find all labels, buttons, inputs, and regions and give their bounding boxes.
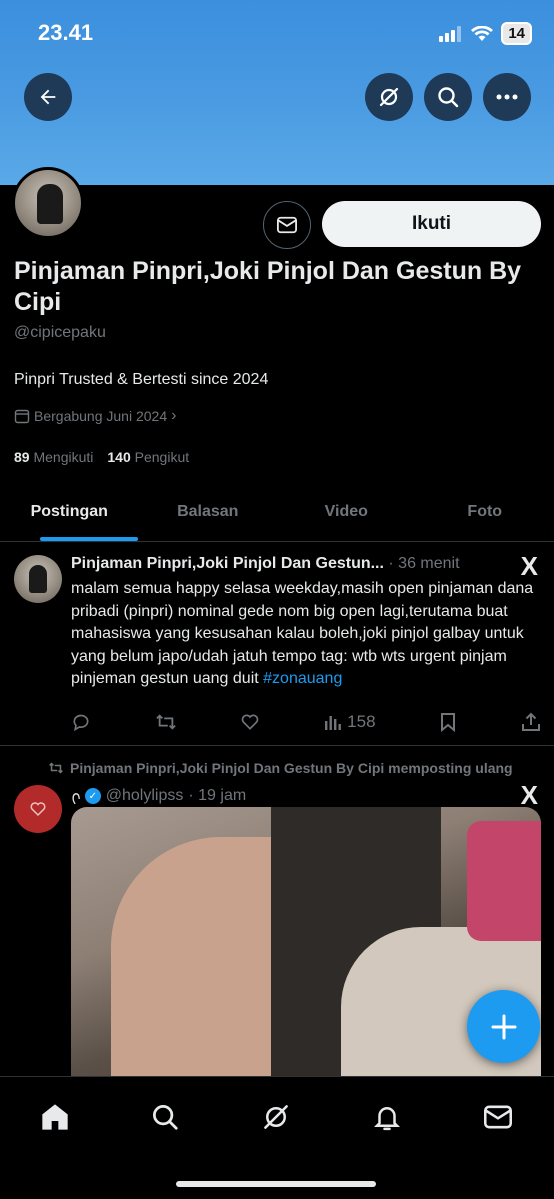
repost-icon [49,762,63,774]
post-author[interactable]: Pinjaman Pinpri,Joki Pinjol Dan Gestun..… [71,555,384,572]
more-button[interactable] [483,73,531,121]
bottom-nav [0,1076,554,1199]
reply-button[interactable] [71,712,91,732]
follow-stats: 89 Mengikuti 140 Pengikut [14,449,189,465]
nav-search[interactable] [145,1097,185,1137]
grok-icon [379,87,399,107]
share-icon [521,712,540,731]
followers-link[interactable]: 140 Pengikut [107,449,189,465]
plus-icon [491,1014,516,1039]
post-text: malam semua happy selasa weekday,masih o… [71,580,534,687]
envelope-icon [484,1105,512,1129]
joined-label: Bergabung Juni 2024 [34,408,168,424]
home-indicator [176,1181,376,1187]
profile-handle: @cipicepaku [14,324,106,341]
nav-home[interactable] [35,1097,75,1137]
views-button[interactable]: 158 [324,712,376,732]
signal-icon [439,25,462,42]
repost-author-avatar[interactable] [14,785,62,833]
profile-tabs: Postingan Balasan Video Foto [0,482,554,542]
nav-messages[interactable] [478,1097,518,1137]
search-icon [153,1105,178,1130]
chevron-right-icon: › [171,407,177,424]
grok-icon [264,1105,288,1129]
post-item[interactable]: Pinjaman Pinpri,Joki Pinjol Dan Gestun..… [0,543,554,746]
joined-date[interactable]: Bergabung Juni 2024 › [14,407,176,425]
following-link[interactable]: 89 Mengikuti [14,449,93,465]
display-name: Pinjaman Pinpri,Joki Pinjol Dan Gestun B… [14,257,522,316]
reply-icon [73,714,89,732]
verified-badge-icon: ✓ [84,788,101,804]
status-time: 23.41 [38,20,94,45]
envelope-icon [277,216,297,234]
repost-indicator[interactable]: Pinjaman Pinpri,Joki Pinjol Dan Gestun B… [48,760,513,776]
repost-header: ᢉ ✓ @holylipss · 19 jam [71,782,246,810]
repost-icon [155,714,176,730]
wifi-icon [471,25,494,41]
bookmark-button[interactable] [439,712,457,732]
bookmark-icon [441,713,456,732]
post-avatar[interactable] [14,555,62,603]
hashtag-link[interactable]: #zonauang [263,670,342,687]
more-icon [496,94,518,100]
battery-indicator: 14 [501,22,532,45]
bell-icon [373,1107,401,1131]
share-button[interactable] [521,712,541,732]
post-actions: 158 [71,712,541,732]
compose-button[interactable] [467,990,540,1063]
message-button[interactable] [263,201,311,249]
like-button[interactable] [240,712,260,732]
views-count: 158 [347,712,376,731]
views-icon [325,716,342,730]
repost-button[interactable] [155,712,177,732]
search-button[interactable] [424,73,472,121]
follow-button[interactable]: Ikuti [322,201,541,247]
tab-postingan[interactable]: Postingan [0,482,139,541]
home-icon [42,1104,68,1130]
post-header: Pinjaman Pinpri,Joki Pinjol Dan Gestun..… [71,555,460,573]
back-button[interactable] [24,73,72,121]
profile-avatar[interactable] [12,167,84,239]
status-icons: 14 [439,22,532,45]
nav-notifications[interactable] [367,1097,407,1137]
profile-bio: Pinpri Trusted & Bertesti since 2024 [14,371,269,388]
repost-label: Pinjaman Pinpri,Joki Pinjol Dan Gestun B… [70,760,513,776]
name-glyph: ᢉ [71,792,80,809]
search-icon [438,87,459,108]
tab-balasan[interactable]: Balasan [139,482,278,541]
grok-button[interactable] [365,73,413,121]
post-time: · 36 menit [388,555,460,572]
nav-grok[interactable] [256,1097,296,1137]
repost-handle[interactable]: @holylipss [106,787,184,805]
repost-time: · 19 jam [188,787,247,804]
heart-icon [30,802,46,817]
calendar-icon [14,409,30,424]
heart-icon [242,714,259,730]
arrow-left-icon [40,89,56,105]
tab-foto[interactable]: Foto [416,482,554,541]
tab-video[interactable]: Video [277,482,416,541]
